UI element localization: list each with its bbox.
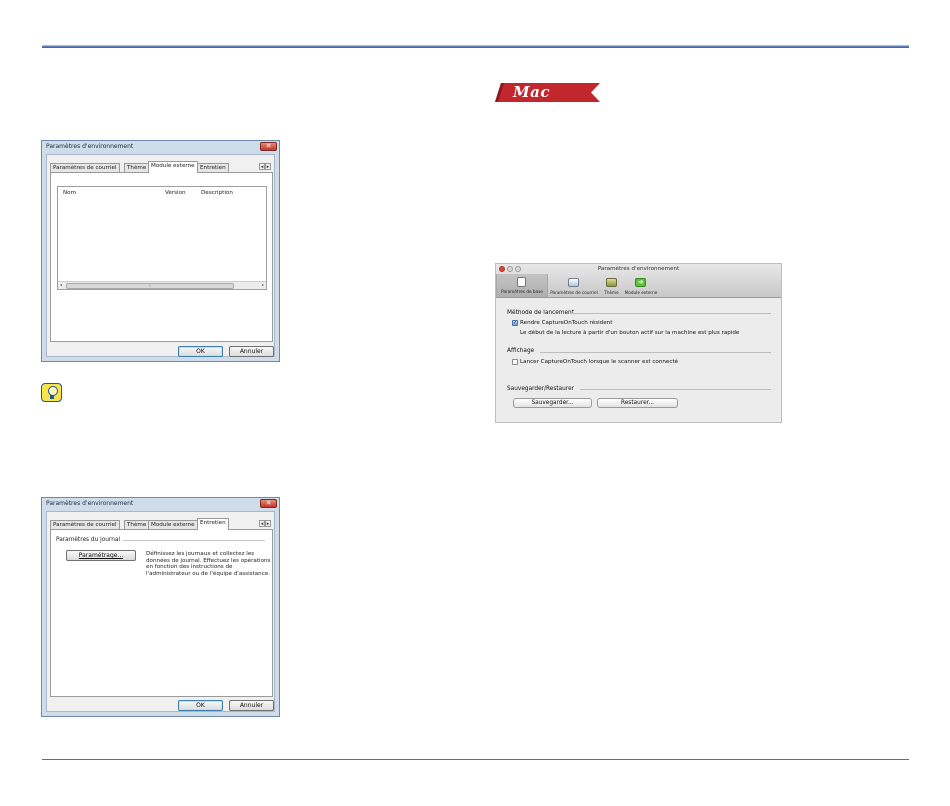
horizontal-scrollbar[interactable]: ◂ ⁞ ▸	[58, 281, 266, 289]
ok-button[interactable]: OK	[178, 346, 223, 357]
tab-panel: Paramètres du journal Paramétrage... Déf…	[50, 529, 273, 697]
cancel-button[interactable]: Annuler	[229, 346, 274, 357]
log-settings-description: Définissez les journaux et collectez les…	[146, 551, 271, 577]
cancel-button[interactable]: Annuler	[229, 700, 274, 711]
save-button[interactable]: Sauvegarder...	[513, 398, 592, 408]
scroll-left-icon[interactable]: ◂	[60, 282, 62, 288]
log-settings-button[interactable]: Paramétrage...	[66, 550, 136, 561]
mac-env-settings-window: Paramètres d'environnement Paramètres de…	[495, 263, 782, 423]
launch-on-connect-label: Lancer CaptureOnTouch lorsque le scanner…	[520, 359, 679, 365]
log-settings-group-label: Paramètres du journal	[56, 537, 121, 543]
launch-divider	[570, 313, 771, 314]
tab-scroll-arrows: ◂ ▸	[259, 520, 274, 528]
tab-scroll-right-icon[interactable]: ▸	[265, 520, 271, 527]
column-name[interactable]: Nom	[63, 190, 76, 196]
dialog-body: Paramètres de courriel Thème Module exte…	[46, 154, 275, 357]
scroll-grip-icon: ⁞	[149, 283, 151, 288]
close-icon: ✕	[265, 499, 272, 507]
close-button[interactable]: ✕	[260, 142, 277, 151]
scroll-right-icon[interactable]: ▸	[262, 282, 264, 288]
tab-scroll-right-icon[interactable]: ▸	[265, 163, 271, 170]
resident-checkbox-label: Rendre CaptureOnTouch résident	[520, 320, 613, 326]
resident-checkbox[interactable]: ✓	[512, 320, 518, 326]
tab-maintenance[interactable]: Entretien	[197, 518, 229, 530]
dialog-title: Paramètres d'environnement	[46, 143, 134, 150]
arrow-right-icon: ➜	[635, 278, 646, 287]
plugin-list[interactable]: Nom Version Description ◂ ⁞ ▸	[57, 186, 267, 290]
dialog-body: Paramètres de courriel Thème Module exte…	[46, 511, 275, 712]
tab-scroll-arrows: ◂ ▸	[259, 163, 274, 171]
mac-toolbar: Paramètres d'environnement Paramètres de…	[496, 264, 781, 298]
group-divider	[123, 540, 265, 541]
dialog-title: Paramètres d'environnement	[46, 500, 134, 507]
display-divider	[540, 352, 771, 353]
launch-method-heading: Méthode de lancement	[507, 310, 574, 316]
env-settings-dialog-plugins: Paramètres d'environnement ✕ Paramètres …	[41, 140, 280, 362]
document-icon	[517, 277, 526, 287]
display-heading: Affichage	[507, 348, 535, 354]
mac-platform-badge: Mac	[495, 83, 600, 102]
toolbar-basic-settings[interactable]: Paramètres de base	[496, 274, 548, 297]
tab-plugins[interactable]: Module externe	[148, 161, 198, 173]
backup-restore-heading: Sauvegarder/Restaurer	[507, 386, 575, 392]
ok-button[interactable]: OK	[178, 700, 223, 711]
theme-icon	[606, 278, 617, 287]
close-icon: ✕	[265, 142, 272, 150]
resident-note: Le début de la lecture à partir d'un bou…	[520, 330, 740, 336]
env-settings-dialog-maintenance: Paramètres d'environnement ✕ Paramètres …	[41, 497, 280, 717]
envelope-icon	[568, 278, 579, 287]
tab-panel: Nom Version Description ◂ ⁞ ▸	[50, 172, 273, 342]
launch-on-connect-checkbox[interactable]	[512, 359, 518, 365]
header-rule	[42, 45, 909, 48]
close-button[interactable]: ✕	[260, 499, 277, 508]
column-version[interactable]: Version	[165, 190, 186, 196]
mac-window-title: Paramètres d'environnement	[597, 266, 680, 272]
lightbulb-tip-icon	[41, 383, 62, 402]
column-description[interactable]: Description	[201, 190, 233, 196]
scroll-thumb[interactable]: ⁞	[66, 283, 234, 289]
mac-label: Mac	[513, 83, 550, 101]
backup-divider	[580, 389, 771, 390]
footer-rule	[42, 759, 909, 760]
restore-button[interactable]: Restaurer...	[597, 398, 678, 408]
